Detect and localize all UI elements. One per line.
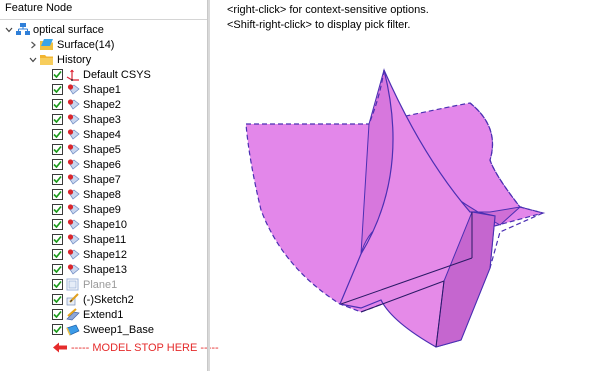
shape-icon	[66, 203, 80, 216]
visibility-checkbox[interactable]	[52, 99, 63, 110]
sweep-icon	[66, 323, 80, 336]
tree-item-shape6[interactable]: Shape6	[52, 157, 121, 172]
tree-label: Shape13	[83, 263, 128, 276]
tree-item-extend1[interactable]: Extend1	[52, 307, 123, 322]
tree-label: Shape2	[83, 98, 121, 111]
tree-label: Shape11	[83, 233, 127, 246]
extend-icon	[66, 308, 80, 321]
shape-icon	[66, 98, 80, 111]
visibility-checkbox[interactable]	[52, 129, 63, 140]
visibility-checkbox[interactable]	[52, 174, 63, 185]
tree-item-shape12[interactable]: Shape12	[52, 247, 127, 262]
tree-item-default-csys[interactable]: Default CSYS	[52, 67, 151, 82]
visibility-checkbox[interactable]	[52, 264, 63, 275]
visibility-checkbox[interactable]	[52, 324, 63, 335]
shape-icon	[66, 173, 80, 186]
tree-label: Shape4	[83, 128, 121, 141]
tree-label: Default CSYS	[83, 68, 151, 81]
visibility-checkbox[interactable]	[52, 219, 63, 230]
model-stop-marker[interactable]: ----- MODEL STOP HERE -----	[52, 340, 219, 355]
feature-tree-panel: Feature Node optical surface Surface(14)	[0, 0, 219, 371]
tree-label: optical surface	[33, 23, 104, 36]
shape-icon	[66, 128, 80, 141]
tree-item-shape4[interactable]: Shape4	[52, 127, 121, 142]
tree-label: Shape7	[83, 173, 121, 186]
tree-item-plane1[interactable]: Plane1	[52, 277, 117, 292]
tree-node-surface[interactable]: Surface(14)	[28, 37, 114, 52]
tree-item-sketch2[interactable]: (-)Sketch2	[52, 292, 134, 307]
tree-label: Shape5	[83, 143, 121, 156]
shape-icon	[66, 248, 80, 261]
visibility-checkbox[interactable]	[52, 159, 63, 170]
graphics-viewport[interactable]	[209, 40, 600, 371]
chevron-down-icon[interactable]	[28, 54, 38, 66]
tree-label: History	[57, 53, 92, 66]
tree-label: Sweep1_Base	[83, 323, 154, 336]
panel-header: Feature Node	[0, 0, 207, 20]
visibility-checkbox[interactable]	[52, 294, 63, 305]
tree-label: (-)Sketch2	[83, 293, 134, 306]
visibility-checkbox[interactable]	[52, 204, 63, 215]
tree-item-shape11[interactable]: Shape11	[52, 232, 126, 247]
sketch-icon	[66, 293, 80, 306]
tree-label: Shape3	[83, 113, 121, 126]
model-stop-label: ----- MODEL STOP HERE -----	[71, 341, 219, 354]
chevron-right-icon[interactable]	[28, 39, 38, 51]
tree-item-sweep1-base[interactable]: Sweep1_Base	[52, 322, 154, 337]
tree-item-shape7[interactable]: Shape7	[52, 172, 121, 187]
plane-icon	[66, 278, 80, 291]
chevron-down-icon[interactable]	[4, 24, 14, 36]
tree-label: Shape10	[83, 218, 128, 231]
tree-label: Shape9	[83, 203, 121, 216]
visibility-checkbox[interactable]	[52, 114, 63, 125]
shape-icon	[66, 143, 80, 156]
tree-item-shape2[interactable]: Shape2	[52, 97, 121, 112]
feature-tree-icon	[16, 23, 30, 36]
shape-icon	[66, 113, 80, 126]
red-arrow-icon	[52, 341, 68, 354]
tree-item-shape10[interactable]: Shape10	[52, 217, 127, 232]
hint-shift-right-click: <Shift-right-click> to display pick filt…	[227, 19, 411, 31]
shape-icon	[66, 83, 80, 96]
tree-label: Shape6	[83, 158, 121, 171]
shape-icon	[66, 263, 80, 276]
tree-item-shape8[interactable]: Shape8	[52, 187, 121, 202]
shape-icon	[66, 158, 80, 171]
tree-node-history[interactable]: History	[28, 52, 91, 67]
visibility-checkbox[interactable]	[52, 144, 63, 155]
folder-icon	[40, 53, 54, 66]
visibility-checkbox[interactable]	[52, 69, 63, 80]
csys-icon	[66, 68, 80, 81]
tree-item-shape13[interactable]: Shape13	[52, 262, 127, 277]
tree-item-shape9[interactable]: Shape9	[52, 202, 121, 217]
tree-item-shape3[interactable]: Shape3	[52, 112, 121, 127]
visibility-checkbox[interactable]	[52, 309, 63, 320]
visibility-checkbox[interactable]	[52, 84, 63, 95]
tree-item-shape1[interactable]: Shape1	[52, 82, 121, 97]
surface-folder-icon	[40, 38, 54, 51]
visibility-checkbox[interactable]	[52, 189, 63, 200]
tree-label: Plane1	[83, 278, 118, 291]
tree-item-shape5[interactable]: Shape5	[52, 142, 121, 157]
optical-surface-model[interactable]	[209, 40, 600, 371]
tree-label: Shape12	[83, 248, 128, 261]
tree-label: Shape8	[83, 188, 121, 201]
visibility-checkbox[interactable]	[52, 234, 63, 245]
shape-icon	[66, 233, 80, 246]
shape-icon	[66, 218, 80, 231]
visibility-checkbox[interactable]	[52, 279, 63, 290]
hint-right-click: <right-click> for context-sensitive opti…	[227, 4, 429, 16]
tree-label: Shape1	[83, 83, 121, 96]
tree-node-root[interactable]: optical surface	[4, 22, 104, 37]
tree-label: Extend1	[83, 308, 124, 321]
shape-icon	[66, 188, 80, 201]
visibility-checkbox[interactable]	[52, 249, 63, 260]
tree-label: Surface(14)	[57, 38, 115, 51]
